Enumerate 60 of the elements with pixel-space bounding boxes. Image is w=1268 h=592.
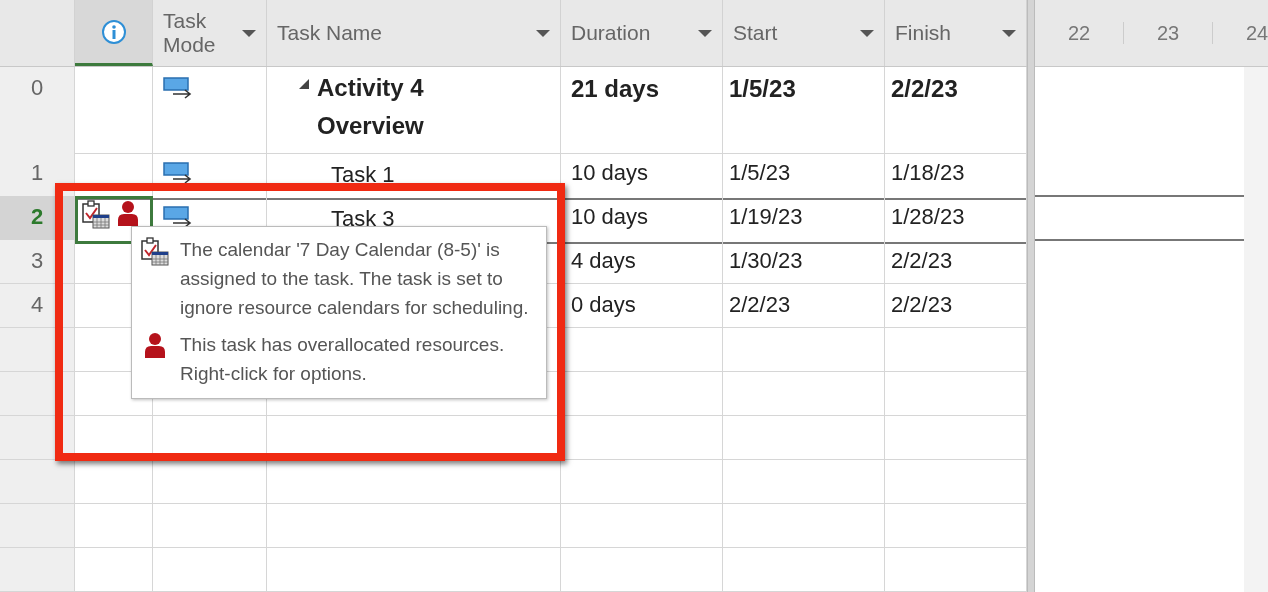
task-name-cell[interactable]: Task 1 [267, 152, 561, 200]
info-icon [100, 18, 127, 45]
column-header[interactable]: Duration [561, 0, 723, 66]
empty-cell[interactable] [267, 548, 561, 592]
start-cell[interactable]: 1/5/23 [723, 67, 885, 154]
timescale-label: 24 [1213, 22, 1268, 44]
task-name: Task 1 [331, 161, 395, 189]
task-mode-cell[interactable] [153, 152, 267, 200]
calendar-icon [140, 237, 170, 267]
pane-splitter[interactable] [1027, 0, 1035, 592]
dropdown-icon[interactable] [1002, 29, 1016, 37]
tooltip-text: This task has overallocated resources. Right-click for options. [180, 333, 506, 386]
duration-cell[interactable]: 10 days [561, 152, 723, 200]
empty-cell[interactable] [561, 504, 723, 548]
row-number[interactable]: 0 [0, 67, 75, 154]
indicators-cell[interactable] [75, 67, 153, 154]
empty-cell[interactable] [561, 460, 723, 504]
task-mode-cell[interactable] [153, 67, 267, 154]
person-icon [117, 200, 139, 226]
empty-cell[interactable] [723, 372, 885, 416]
empty-cell[interactable] [267, 504, 561, 548]
task-mode-icon [163, 77, 193, 99]
calendar-icon [81, 200, 111, 230]
empty-cell[interactable] [153, 504, 267, 548]
task-name-cell[interactable]: Activity 4 Overview [267, 67, 561, 154]
task-name: Activity 4 Overview [317, 73, 425, 141]
start-cell[interactable]: 2/2/23 [723, 284, 885, 328]
empty-cell[interactable] [723, 328, 885, 372]
duration-cell[interactable]: 4 days [561, 240, 723, 284]
timescale-label: 22 [1035, 22, 1124, 44]
row-number[interactable] [0, 460, 75, 504]
start-cell[interactable]: 1/5/23 [723, 152, 885, 200]
duration-cell[interactable]: 10 days [561, 196, 723, 244]
task-name: Task 3 [331, 205, 395, 233]
task-mode-icon [163, 162, 193, 184]
empty-cell[interactable] [153, 548, 267, 592]
empty-cell[interactable] [723, 460, 885, 504]
collapse-icon[interactable] [299, 79, 309, 89]
indicators-cell[interactable] [75, 196, 153, 244]
duration-cell[interactable]: 21 days [561, 67, 723, 154]
person-icon [144, 332, 166, 358]
dropdown-icon[interactable] [860, 29, 874, 37]
start-cell[interactable]: 1/30/23 [723, 240, 885, 284]
dropdown-icon[interactable] [536, 29, 550, 37]
info-column-header[interactable] [75, 0, 153, 66]
column-header[interactable]: Task Mode [153, 0, 267, 66]
column-header[interactable]: Task Name [267, 0, 561, 66]
empty-cell[interactable] [267, 460, 561, 504]
empty-cell[interactable] [153, 460, 267, 504]
empty-cell[interactable] [723, 548, 885, 592]
timescale-label: 23 [1124, 22, 1213, 44]
duration-cell[interactable]: 0 days [561, 284, 723, 328]
task-mode-icon [163, 206, 193, 228]
empty-cell[interactable] [723, 416, 885, 460]
column-header[interactable]: Start [723, 0, 885, 66]
dropdown-icon[interactable] [698, 29, 712, 37]
dropdown-icon[interactable] [242, 29, 256, 37]
empty-cell[interactable] [723, 504, 885, 548]
empty-cell[interactable] [561, 548, 723, 592]
start-cell[interactable]: 1/19/23 [723, 196, 885, 244]
